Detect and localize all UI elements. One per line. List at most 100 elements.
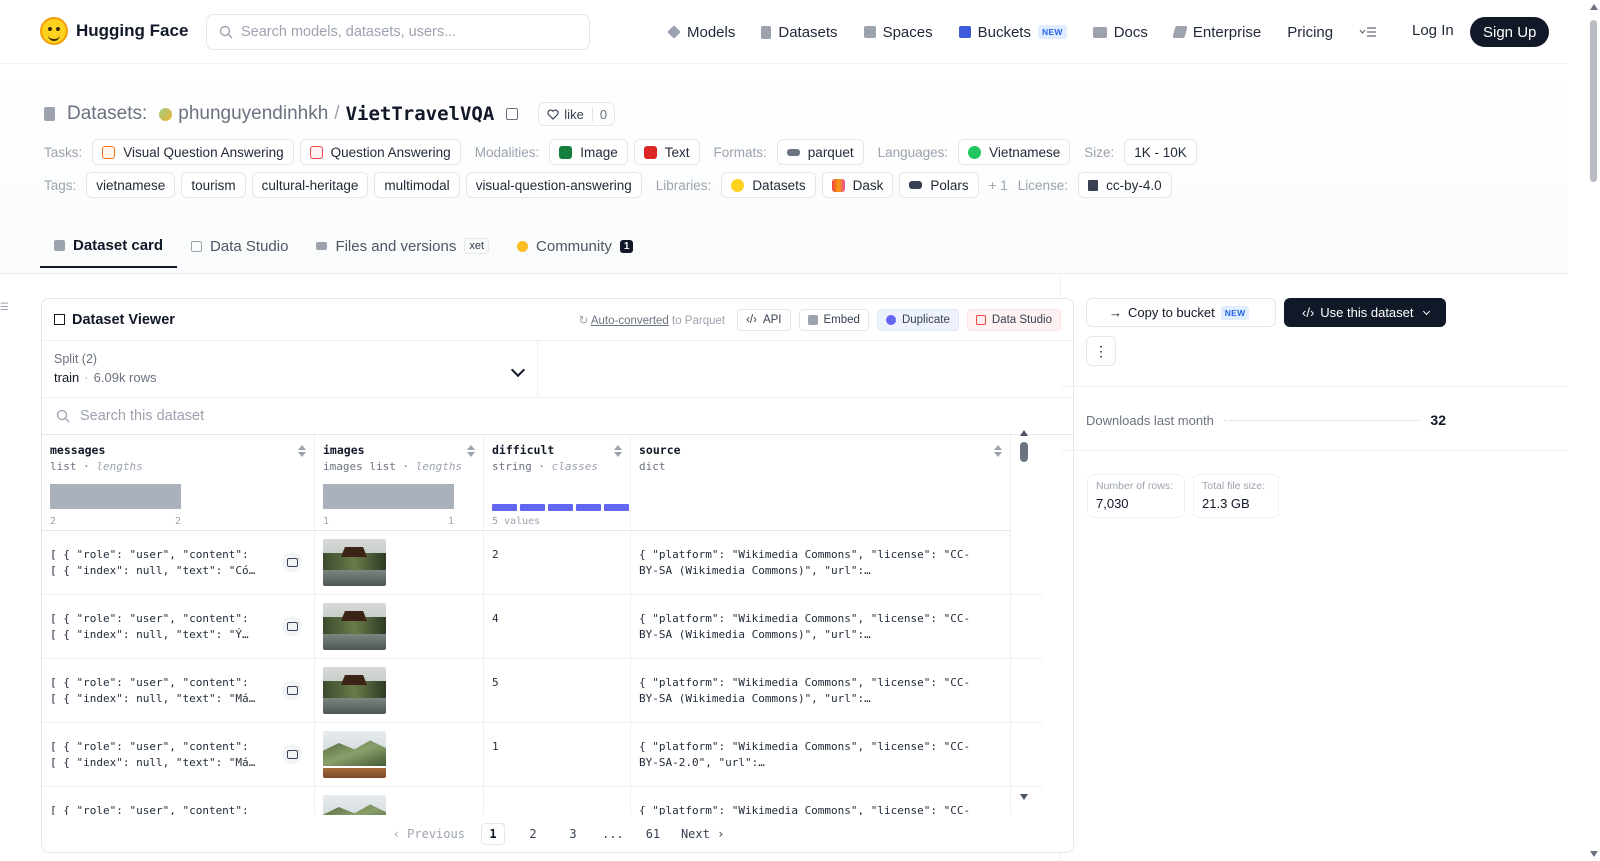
chat-icon[interactable] bbox=[282, 616, 302, 636]
nav-pricing[interactable]: Pricing bbox=[1287, 24, 1333, 41]
more-options-button[interactable]: ⋮ bbox=[1086, 336, 1116, 366]
page-2[interactable]: 2 bbox=[521, 823, 545, 845]
dataset-search-input[interactable] bbox=[80, 408, 580, 424]
column-header-source[interactable]: source dict bbox=[631, 435, 1011, 531]
chat-icon[interactable] bbox=[282, 744, 302, 764]
sort-icon[interactable] bbox=[298, 445, 306, 457]
image-thumbnail[interactable] bbox=[323, 731, 386, 778]
sort-icon[interactable] bbox=[994, 445, 1002, 457]
table-row[interactable]: [ { "role": "user", "content": [ { "index… bbox=[42, 659, 1043, 723]
nav-enterprise[interactable]: Enterprise bbox=[1172, 24, 1261, 41]
size-chip[interactable]: 1K - 10K bbox=[1124, 139, 1197, 165]
scroll-thumb[interactable] bbox=[1020, 442, 1028, 462]
tab-community[interactable]: Community 1 bbox=[503, 224, 647, 268]
cell-source[interactable]: { "platform": "Wikimedia Commons", "lice… bbox=[631, 659, 1011, 723]
page-3[interactable]: 3 bbox=[561, 823, 585, 845]
sort-icon[interactable] bbox=[614, 445, 622, 457]
image-thumbnail[interactable] bbox=[323, 603, 386, 650]
cell-difficult[interactable]: 2 bbox=[484, 531, 631, 595]
scroll-thumb[interactable] bbox=[1590, 20, 1597, 182]
scroll-up-icon[interactable] bbox=[1590, 4, 1598, 10]
cell-source[interactable]: { "platform": "Wikimedia Commons", "lice… bbox=[631, 723, 1011, 787]
tab-dataset-card[interactable]: Dataset card bbox=[40, 224, 178, 268]
page-61[interactable]: 61 bbox=[641, 823, 665, 845]
cell-source[interactable]: { "platform": "Wikimedia Commons", "lice… bbox=[631, 531, 1011, 595]
nav-models[interactable]: Models bbox=[667, 24, 735, 41]
scroll-down-icon[interactable] bbox=[1590, 851, 1598, 857]
chat-icon[interactable] bbox=[282, 552, 302, 572]
cell-images[interactable] bbox=[315, 659, 484, 723]
image-thumbnail[interactable] bbox=[323, 667, 386, 714]
nav-buckets[interactable]: Buckets NEW bbox=[958, 24, 1067, 41]
language-chip-vietnamese[interactable]: Vietnamese bbox=[958, 139, 1071, 165]
chat-icon[interactable] bbox=[282, 680, 302, 700]
format-chip-parquet[interactable]: parquet bbox=[776, 139, 864, 165]
nav-datasets[interactable]: Datasets bbox=[761, 24, 838, 41]
cell-messages[interactable]: [ { "role": "user", "content": [ { "index… bbox=[42, 723, 315, 787]
column-header-images[interactable]: images images list · lengths 11 bbox=[315, 435, 484, 531]
use-this-dataset-button[interactable]: ‹/› Use this dataset bbox=[1284, 298, 1446, 327]
embed-button[interactable]: Embed bbox=[798, 308, 869, 331]
tag-chip[interactable]: tourism bbox=[181, 172, 246, 198]
cell-difficult[interactable]: 1 bbox=[484, 723, 631, 787]
page-1[interactable]: 1 bbox=[480, 823, 505, 845]
cell-images[interactable] bbox=[315, 723, 484, 787]
class-bar[interactable] bbox=[492, 504, 517, 511]
class-bar[interactable] bbox=[576, 504, 601, 511]
cell-difficult[interactable]: 4 bbox=[484, 595, 631, 659]
task-chip-vqa[interactable]: Visual Question Answering bbox=[92, 139, 294, 165]
table-row[interactable]: [ { "role": "user", "content": [ { "index… bbox=[42, 595, 1043, 659]
global-search-input[interactable] bbox=[241, 24, 571, 40]
sidebar-toggle-icon[interactable]: ☰ bbox=[0, 302, 10, 313]
duplicate-button[interactable]: Duplicate bbox=[876, 308, 959, 331]
tag-chip[interactable]: visual-question-answering bbox=[465, 172, 642, 198]
table-row[interactable]: [ { "role": "user", "content": [ { "index… bbox=[42, 531, 1043, 595]
cell-messages[interactable]: [ { "role": "user", "content": [ { "index… bbox=[42, 595, 315, 659]
repo-name-link[interactable]: VietTravelVQA bbox=[346, 103, 495, 125]
api-button[interactable]: ‹/› API bbox=[737, 308, 791, 331]
global-search[interactable] bbox=[206, 14, 590, 50]
scroll-up-icon[interactable] bbox=[1020, 430, 1028, 436]
next-page[interactable]: Next › bbox=[681, 827, 724, 841]
scroll-down-icon[interactable] bbox=[1020, 794, 1028, 800]
section-label[interactable]: Datasets: bbox=[67, 103, 147, 125]
libraries-more[interactable]: + 1 bbox=[989, 178, 1008, 193]
length-histogram-bar[interactable] bbox=[323, 484, 454, 509]
cell-messages[interactable]: [ { "role": "user", "content": bbox=[42, 787, 315, 815]
cell-images[interactable] bbox=[315, 531, 484, 595]
library-chip-datasets[interactable]: Datasets bbox=[721, 172, 816, 198]
like-button[interactable]: like 0 bbox=[538, 102, 616, 126]
table-scrollbar[interactable] bbox=[1019, 430, 1029, 800]
tab-data-studio[interactable]: Data Studio bbox=[177, 224, 302, 268]
sort-icon[interactable] bbox=[467, 445, 475, 457]
previous-page[interactable]: ‹ Previous bbox=[393, 827, 465, 841]
cell-images[interactable] bbox=[315, 787, 484, 815]
login-link[interactable]: Log In bbox=[1412, 22, 1454, 39]
cell-source[interactable]: { "platform": "Wikimedia Commons", "lice… bbox=[631, 595, 1011, 659]
table-row[interactable]: [ { "role": "user", "content": { "platfo… bbox=[42, 787, 1043, 815]
cell-difficult[interactable] bbox=[484, 787, 631, 815]
copy-icon[interactable] bbox=[506, 108, 519, 120]
column-header-messages[interactable]: messages list · lengths 22 bbox=[42, 435, 315, 531]
tag-chip[interactable]: cultural-heritage bbox=[251, 172, 369, 198]
column-header-difficult[interactable]: difficult string · classes 5 values bbox=[484, 435, 631, 531]
image-thumbnail[interactable] bbox=[323, 539, 386, 586]
tag-chip[interactable]: multimodal bbox=[374, 172, 460, 198]
task-chip-qa[interactable]: Question Answering bbox=[299, 139, 461, 165]
length-histogram-bar[interactable] bbox=[50, 484, 181, 509]
auto-converted-link[interactable]: Auto-converted bbox=[591, 315, 669, 327]
class-distribution-bars[interactable] bbox=[492, 504, 629, 511]
nav-spaces[interactable]: Spaces bbox=[863, 24, 933, 41]
signup-button[interactable]: Sign Up bbox=[1470, 17, 1550, 47]
license-chip[interactable]: cc-by-4.0 bbox=[1078, 172, 1172, 198]
library-chip-polars[interactable]: Polars bbox=[899, 172, 979, 198]
dataset-search[interactable] bbox=[42, 398, 1073, 435]
image-thumbnail[interactable] bbox=[323, 795, 386, 815]
cell-difficult[interactable]: 5 bbox=[484, 659, 631, 723]
cell-messages[interactable]: [ { "role": "user", "content": [ { "index… bbox=[42, 659, 315, 723]
class-bar[interactable] bbox=[604, 504, 629, 511]
repo-owner-link[interactable]: phunguyendinhkh bbox=[178, 103, 328, 125]
copy-to-bucket-button[interactable]: → Copy to bucket NEW bbox=[1086, 298, 1276, 327]
table-row[interactable]: [ { "role": "user", "content": [ { "index… bbox=[42, 723, 1043, 787]
library-chip-dask[interactable]: Dask bbox=[821, 172, 894, 198]
